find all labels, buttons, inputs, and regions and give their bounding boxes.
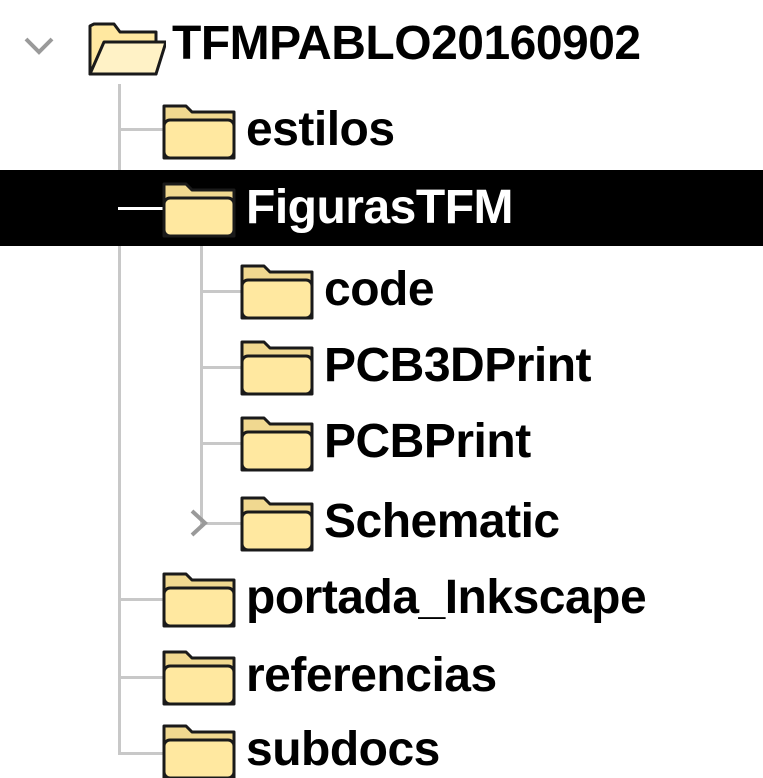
folder-icon xyxy=(238,256,318,326)
tree-node-label: portada_Inkscape xyxy=(246,571,647,624)
tree-node-code[interactable]: code xyxy=(0,252,763,328)
chevron-right-icon[interactable] xyxy=(182,506,216,540)
tree-node-referencias[interactable]: referencias xyxy=(0,638,763,714)
tree-node-label: estilos xyxy=(246,103,395,156)
tree-line-branch xyxy=(118,207,164,210)
tree-node-label: code xyxy=(324,263,435,316)
folder-tree: TFMPABLO20160902 estilos FigurasTFM code… xyxy=(0,0,763,778)
tree-node-schematic[interactable]: Schematic xyxy=(0,484,763,560)
folder-icon xyxy=(160,716,240,778)
folder-open-icon xyxy=(86,12,166,82)
folder-icon xyxy=(160,96,240,166)
tree-node-label: PCB3DPrint xyxy=(324,339,592,392)
tree-node-label: Schematic xyxy=(324,495,560,548)
tree-node-root[interactable]: TFMPABLO20160902 xyxy=(0,6,763,82)
folder-icon xyxy=(160,564,240,634)
tree-node-subdocs[interactable]: subdocs xyxy=(0,712,763,778)
tree-node-label: subdocs xyxy=(246,723,440,776)
tree-node-figurastfm[interactable]: FigurasTFM xyxy=(0,170,763,246)
tree-node-label: FigurasTFM xyxy=(246,181,514,234)
folder-icon xyxy=(238,408,318,478)
chevron-down-icon[interactable] xyxy=(22,28,56,62)
folder-icon xyxy=(238,488,318,558)
folder-icon xyxy=(160,174,240,244)
tree-node-label: TFMPABLO20160902 xyxy=(172,17,641,70)
tree-node-pcbprint[interactable]: PCBPrint xyxy=(0,404,763,480)
tree-node-label: referencias xyxy=(246,649,497,702)
folder-icon xyxy=(160,642,240,712)
tree-node-portada-inkscape[interactable]: portada_Inkscape xyxy=(0,560,763,636)
tree-node-label: PCBPrint xyxy=(324,415,531,468)
tree-node-pcb3dprint[interactable]: PCB3DPrint xyxy=(0,328,763,404)
tree-node-estilos[interactable]: estilos xyxy=(0,92,763,168)
folder-icon xyxy=(238,332,318,402)
